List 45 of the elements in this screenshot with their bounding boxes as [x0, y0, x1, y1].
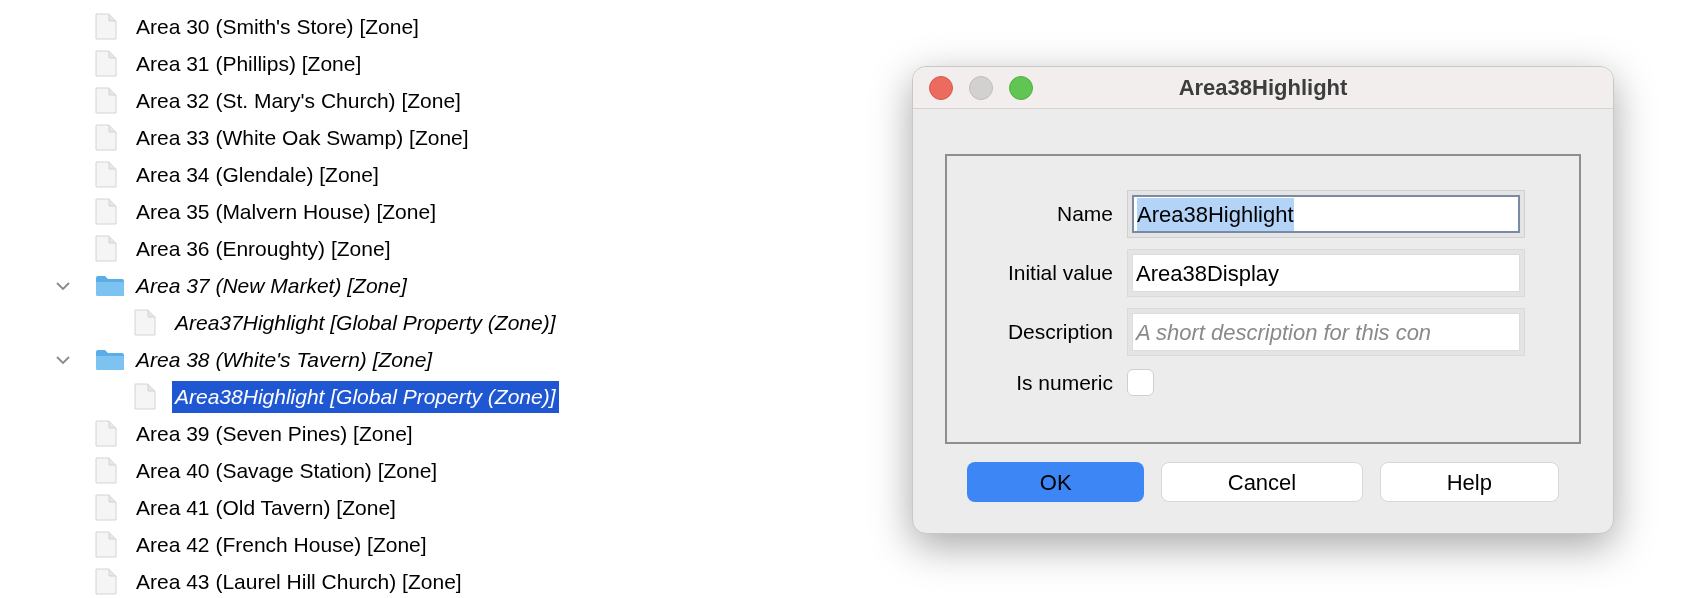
file-icon	[95, 87, 117, 114]
file-icon	[95, 161, 117, 188]
file-icon	[95, 235, 117, 262]
file-icon	[134, 383, 156, 410]
field-label: Name	[1055, 201, 1114, 228]
tree-item[interactable]: Area 43 (Laurel Hill Church) [Zone]	[133, 565, 465, 598]
file-icon	[95, 531, 117, 558]
checkbox-label: Is numeric	[1015, 370, 1114, 396]
tree-item[interactable]: Area38Highlight [Global Property (Zone)]	[172, 380, 559, 413]
close-icon[interactable]	[929, 75, 953, 100]
window-title: Area38Highlight	[1178, 74, 1348, 102]
dialog-button[interactable]: Cancel	[1161, 462, 1363, 502]
tree-item[interactable]: Area 32 (St. Mary's Church) [Zone]	[133, 84, 464, 117]
file-icon	[95, 494, 117, 521]
input-field[interactable]: Area38Highlight	[1127, 190, 1525, 238]
field-label: Description	[1006, 319, 1114, 346]
field-label: Initial value	[1006, 260, 1114, 287]
tree-item[interactable]: Area 41 (Old Tavern) [Zone]	[133, 491, 399, 524]
tree-item[interactable]: Area 37 (New Market) [Zone]	[133, 269, 410, 302]
file-icon	[95, 457, 117, 484]
tree-item[interactable]: Area 40 (Savage Station) [Zone]	[133, 454, 441, 487]
tree-item[interactable]: Area 34 (Glendale) [Zone]	[133, 158, 382, 191]
file-icon	[95, 50, 117, 77]
tree-item[interactable]: Area 42 (French House) [Zone]	[133, 528, 430, 561]
checkbox[interactable]	[1127, 369, 1154, 397]
folder-icon	[95, 274, 125, 297]
file-icon	[95, 568, 117, 595]
tree-item[interactable]: Area37Highlight [Global Property (Zone)]	[172, 306, 559, 339]
input-field[interactable]: Area38Display	[1127, 249, 1525, 297]
tree-item[interactable]: Area 39 (Seven Pines) [Zone]	[133, 417, 416, 450]
file-icon	[95, 420, 117, 447]
tree-item[interactable]: Area 30 (Smith's Store) [Zone]	[133, 10, 422, 43]
tree-item[interactable]: Area 33 (White Oak Swamp) [Zone]	[133, 121, 472, 154]
file-icon	[95, 198, 117, 225]
dialog-button[interactable]: Help	[1379, 462, 1559, 502]
tree-item[interactable]: Area 35 (Malvern House) [Zone]	[133, 195, 439, 228]
file-icon	[95, 124, 117, 151]
tree-item[interactable]: Area 31 (Phillips) [Zone]	[133, 47, 365, 80]
file-icon	[95, 13, 117, 40]
tree-item[interactable]: Area 38 (White's Tavern) [Zone]	[133, 343, 436, 376]
file-icon	[134, 309, 156, 336]
zoom-icon[interactable]	[1009, 75, 1033, 100]
folder-icon	[95, 348, 125, 371]
dialog-button[interactable]: OK	[967, 462, 1145, 502]
tree-item[interactable]: Area 36 (Enroughty) [Zone]	[133, 232, 394, 265]
